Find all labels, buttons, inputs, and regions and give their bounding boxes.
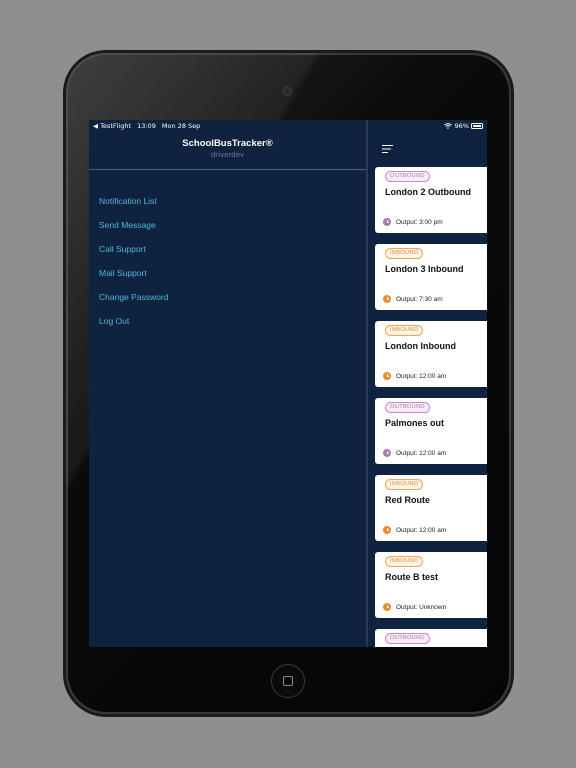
direction-badge: OUTBOUND (385, 633, 430, 644)
route-time: Output: 12:00 am (383, 372, 446, 380)
user-name: driverdev (210, 151, 245, 159)
hamburger-menu-icon[interactable] (382, 144, 394, 154)
route-time-text: Output: Unknown (396, 603, 447, 611)
status-left: ◀ TestFlight 13:09 Mon 28 Sep (93, 122, 204, 130)
route-time: Output: 12:00 am (383, 449, 446, 457)
sidebar-menu: Notification List Send Message Call Supp… (99, 194, 168, 338)
wifi-icon (443, 123, 452, 129)
status-time: 13:09 (137, 122, 156, 130)
route-time-text: Output: 12:00 am (396, 449, 447, 457)
route-card[interactable]: INBOUND London Inbound Output: 12:00 am (375, 321, 487, 387)
route-card[interactable]: INBOUND London 3 Inbound Output: 7:30 am (375, 244, 487, 310)
route-time: Output: Unknown (383, 603, 446, 611)
route-name: London Inbound (385, 341, 456, 351)
route-time: Output: 7:30 am (383, 295, 443, 303)
clock-icon (383, 603, 391, 611)
sidebar-header: SchoolBusTracker® driverdev (89, 134, 366, 170)
screen: SchoolBusTracker® driverdev Notification… (89, 120, 487, 647)
battery-fill (473, 125, 481, 127)
clock-icon (383, 372, 391, 380)
clock-icon (383, 526, 391, 534)
route-card[interactable]: OUTBOUND Palmones out Output: 12:00 am (375, 398, 487, 464)
route-time-text: Output: 12:00 am (396, 372, 447, 380)
route-card[interactable]: OUTBOUND (375, 629, 487, 647)
direction-badge: OUTBOUND (385, 171, 430, 182)
route-name: London 2 Outbound (385, 187, 471, 197)
menu-item-notification-list[interactable]: Notification List (99, 194, 168, 218)
direction-badge: INBOUND (385, 248, 424, 259)
battery-percent: 96% (454, 122, 469, 130)
route-time: Output: 3:00 pm (383, 218, 443, 226)
route-card[interactable]: INBOUND Route B test Output: Unknown (375, 552, 487, 618)
route-card[interactable]: OUTBOUND London 2 Outbound Output: 3:00 … (375, 167, 487, 233)
status-bar: ◀ TestFlight 13:09 Mon 28 Sep 96% (89, 120, 487, 132)
direction-badge: INBOUND (385, 556, 424, 567)
route-time: Output: 12:00 am (383, 526, 446, 534)
route-time-text: Output: 3:00 pm (396, 218, 443, 226)
clock-icon (383, 218, 391, 226)
direction-badge: OUTBOUND (385, 402, 430, 413)
clock-icon (383, 295, 391, 303)
menu-item-send-message[interactable]: Send Message (99, 218, 168, 242)
app-title: SchoolBusTracker® (182, 138, 273, 149)
direction-badge: INBOUND (385, 479, 424, 490)
menu-item-log-out[interactable]: Log Out (99, 314, 168, 338)
route-time-text: Output: 7:30 am (396, 295, 443, 303)
route-card[interactable]: INBOUND Red Route Output: 12:00 am (375, 475, 487, 541)
battery-icon (471, 123, 483, 129)
status-date: Mon 28 Sep (161, 122, 201, 130)
route-time-text: Output: 12:00 am (396, 526, 447, 534)
back-to-app-link[interactable]: ◀ TestFlight (93, 122, 131, 130)
menu-item-call-support[interactable]: Call Support (99, 242, 168, 266)
sidebar: SchoolBusTracker® driverdev Notification… (89, 120, 366, 647)
route-name: Route B test (385, 572, 439, 582)
status-right: 96% (443, 122, 483, 130)
direction-badge: INBOUND (385, 325, 424, 336)
home-square-icon (283, 676, 293, 686)
camera-icon (283, 87, 292, 96)
routes-panel: OUTBOUND London 2 Outbound Output: 3:00 … (368, 120, 487, 647)
menu-item-change-password[interactable]: Change Password (99, 290, 168, 314)
route-name: London 3 Inbound (385, 264, 464, 274)
menu-item-mail-support[interactable]: Mail Support (99, 266, 168, 290)
home-button[interactable] (271, 664, 305, 698)
route-name: Red Route (385, 495, 430, 505)
route-name: Palmones out (385, 418, 445, 428)
clock-icon (383, 449, 391, 457)
